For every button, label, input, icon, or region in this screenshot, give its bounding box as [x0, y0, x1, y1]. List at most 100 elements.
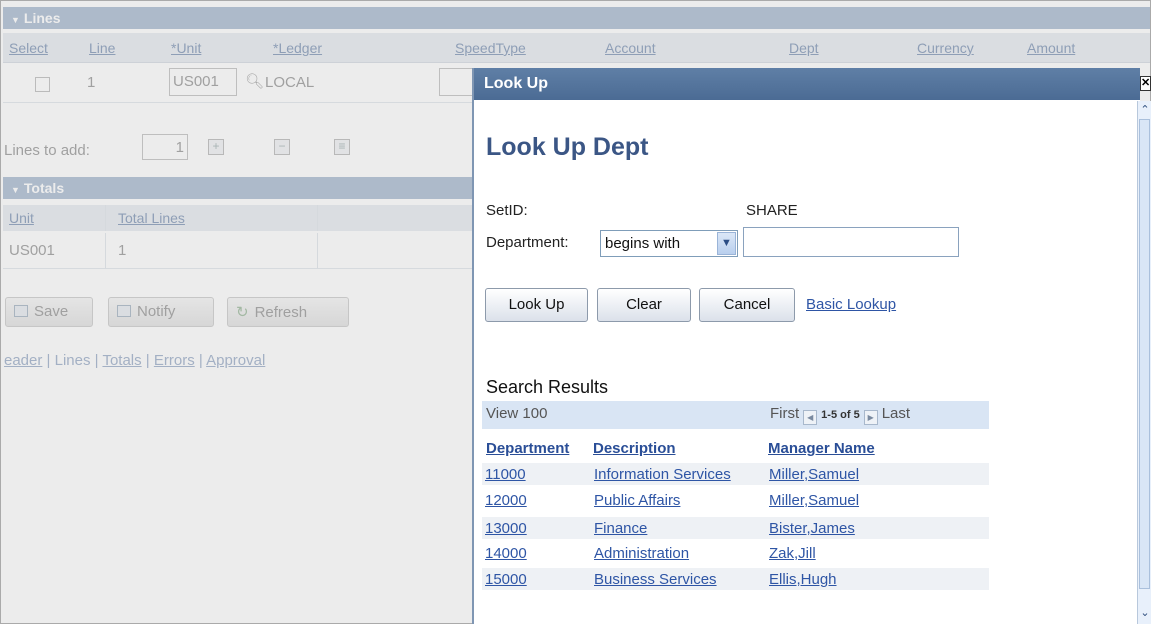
view-100-link[interactable]: View 100 — [486, 405, 547, 422]
next-icon[interactable]: ▶ — [863, 410, 878, 425]
col-department[interactable]: Department — [486, 440, 569, 457]
dept-link[interactable]: 11000 — [485, 466, 526, 483]
dept-link[interactable]: 13000 — [485, 520, 527, 537]
lines-column-headers: Select Line *Unit *Ledger SpeedType Acco… — [3, 33, 1150, 63]
col-total-lines: Total Lines — [118, 210, 185, 226]
col-ledger: *Ledger — [273, 40, 323, 56]
speedtype-field[interactable] — [439, 68, 475, 96]
last-link[interactable]: Last — [882, 405, 910, 422]
setid-value: SHARE — [746, 202, 798, 219]
view-all-icon[interactable]: ≡ — [334, 139, 350, 155]
line-number: 1 — [87, 74, 96, 91]
totals-unit-value: US001 — [9, 242, 55, 259]
collapse-icon: ▼ — [11, 15, 20, 25]
col-totals-unit: Unit — [9, 210, 34, 226]
prev-icon[interactable]: ◀ — [803, 410, 818, 425]
link-header[interactable]: eader — [4, 352, 42, 369]
manager-link[interactable]: Bister,James — [769, 520, 855, 537]
totals-section-header: ▼ Totals — [3, 177, 473, 199]
description-link[interactable]: Business Services — [594, 571, 717, 588]
notify-button[interactable]: Notify — [108, 297, 214, 327]
save-icon — [14, 305, 28, 317]
search-icon[interactable]: 🔍︎ — [245, 72, 264, 90]
result-count: 1-5 of 5 — [821, 409, 860, 421]
link-lines[interactable]: Lines — [55, 352, 91, 369]
operator-select[interactable]: begins with ▼ — [600, 230, 738, 257]
notify-icon — [117, 305, 131, 317]
table-row[interactable]: 11000 Information Services Miller,Samuel — [482, 463, 989, 485]
department-input[interactable] — [743, 227, 959, 257]
divider — [317, 205, 318, 231]
dept-link[interactable]: 14000 — [485, 545, 527, 562]
first-link[interactable]: First — [770, 405, 799, 422]
refresh-button[interactable]: ↻ Refresh — [227, 297, 349, 327]
dialog-scrollbar[interactable]: ⌃ ⌄ — [1137, 101, 1151, 624]
chevron-down-icon[interactable]: ▼ — [717, 232, 736, 255]
description-link[interactable]: Administration — [594, 545, 689, 562]
col-account: Account — [605, 40, 656, 56]
scroll-thumb[interactable] — [1139, 119, 1150, 589]
link-approval[interactable]: Approval — [206, 352, 265, 369]
table-row[interactable]: 12000 Public Affairs Miller,Samuel — [482, 489, 989, 511]
scroll-down-icon[interactable]: ⌄ — [1139, 606, 1151, 620]
totals-column-headers: Unit Total Lines — [3, 205, 473, 231]
description-link[interactable]: Public Affairs — [594, 492, 680, 509]
dept-link[interactable]: 12000 — [485, 492, 527, 509]
col-description[interactable]: Description — [593, 440, 676, 457]
collapse-icon: ▼ — [11, 185, 20, 195]
basic-lookup-link[interactable]: Basic Lookup — [806, 296, 896, 313]
description-link[interactable]: Finance — [594, 520, 647, 537]
description-link[interactable]: Information Services — [594, 466, 731, 483]
page-links: eader | Lines | Totals | Errors | Approv… — [4, 352, 265, 369]
page-title: Look Up Dept — [486, 133, 649, 161]
divider — [105, 233, 106, 269]
cancel-button[interactable]: Cancel — [699, 288, 795, 322]
refresh-label: Refresh — [254, 304, 308, 321]
totals-section-title: Totals — [23, 180, 65, 196]
manager-link[interactable]: Ellis,Hugh — [769, 571, 837, 588]
select-checkbox[interactable] — [35, 77, 50, 92]
col-select: Select — [9, 40, 48, 56]
col-amount: Amount — [1027, 40, 1076, 56]
results-nav-bar: View 100 First ◀ 1-5 of 5 ▶ Last — [482, 401, 989, 429]
totals-lines-value: 1 — [118, 242, 127, 259]
totals-row: US001 1 — [3, 233, 473, 269]
lines-to-add-label: Lines to add: — [4, 142, 90, 159]
delete-row-icon[interactable]: − — [274, 139, 290, 155]
divider — [105, 205, 106, 231]
save-button[interactable]: Save — [5, 297, 93, 327]
col-line: Line — [89, 40, 116, 56]
table-row[interactable]: 13000 Finance Bister,James — [482, 517, 989, 539]
add-row-icon[interactable]: + — [208, 139, 224, 155]
save-label: Save — [34, 303, 69, 320]
search-results-heading: Search Results — [486, 377, 609, 397]
table-row[interactable]: 14000 Administration Zak,Jill — [482, 542, 989, 564]
lookup-button[interactable]: Look Up — [485, 288, 588, 322]
unit-field[interactable]: US001 — [169, 68, 237, 96]
manager-link[interactable]: Zak,Jill — [769, 545, 816, 562]
close-icon[interactable]: ✕ — [1140, 76, 1151, 91]
col-speedtype: SpeedType — [455, 40, 526, 56]
col-currency: Currency — [917, 40, 974, 56]
link-errors[interactable]: Errors — [154, 352, 195, 369]
col-unit: *Unit — [171, 40, 202, 56]
pagination: First ◀ 1-5 of 5 ▶ Last — [770, 405, 910, 425]
operator-value: begins with — [605, 235, 681, 252]
ledger-value: LOCAL — [265, 74, 315, 91]
link-separator: | — [141, 352, 154, 369]
divider — [317, 233, 318, 269]
link-separator: | — [194, 352, 207, 369]
table-row[interactable]: 15000 Business Services Ellis,Hugh — [482, 568, 989, 590]
col-manager-name[interactable]: Manager Name — [768, 440, 875, 457]
clear-button[interactable]: Clear — [597, 288, 691, 322]
manager-link[interactable]: Miller,Samuel — [769, 492, 859, 509]
lines-section-header: ▼ Lines — [3, 7, 1150, 29]
scroll-up-icon[interactable]: ⌃ — [1139, 103, 1151, 117]
lines-to-add-input[interactable]: 1 — [142, 134, 188, 160]
dialog-title-bar: Look Up — [474, 68, 1140, 100]
lines-section-title: Lines — [23, 10, 61, 26]
link-totals[interactable]: Totals — [102, 352, 141, 369]
manager-link[interactable]: Miller,Samuel — [769, 466, 859, 483]
notify-label: Notify — [137, 303, 176, 320]
dept-link[interactable]: 15000 — [485, 571, 527, 588]
